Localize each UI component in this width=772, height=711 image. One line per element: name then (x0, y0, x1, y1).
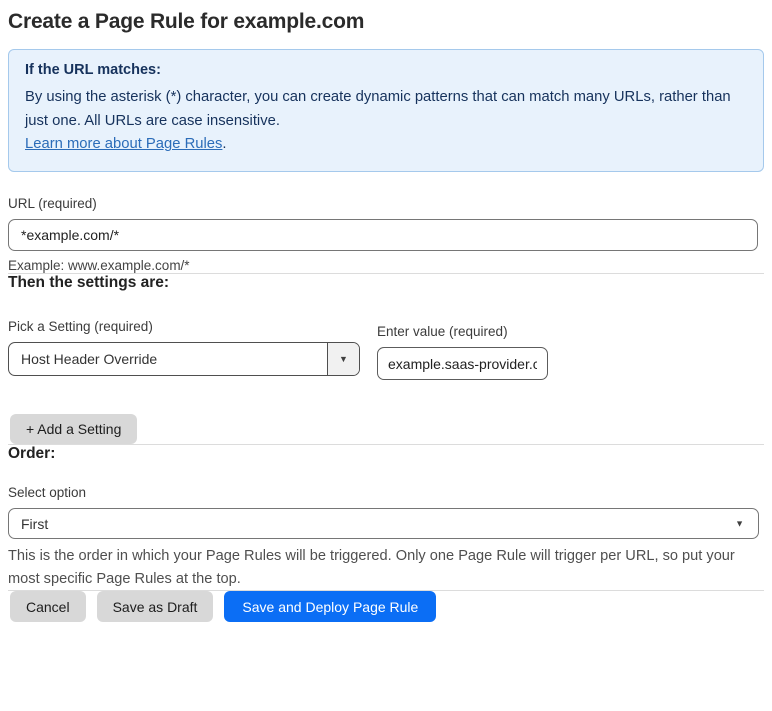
chevron-down-icon: ▼ (735, 518, 744, 529)
order-section-heading: Order: (8, 445, 56, 463)
select-option-label: Select option (8, 485, 87, 501)
page-title: Create a Page Rule for example.com (8, 10, 365, 33)
info-box-heading: If the URL matches: (25, 62, 161, 78)
order-help-text: This is the order in which your Page Rul… (8, 548, 735, 587)
enter-value-label: Enter value (required) (377, 324, 508, 340)
cancel-button[interactable]: Cancel (10, 591, 86, 623)
url-label: URL (required) (8, 196, 97, 212)
setting-select-value: Host Header Override (21, 351, 158, 368)
footer-buttons: Cancel Save as Draft Save and Deploy Pag… (8, 591, 764, 623)
url-input[interactable] (8, 219, 758, 252)
info-box-body: By using the asterisk (*) character, you… (25, 89, 731, 129)
learn-more-link[interactable]: Learn more about Page Rules (25, 136, 222, 152)
settings-section-heading: Then the settings are: (8, 274, 170, 292)
link-suffix: . (222, 136, 227, 153)
setting-select-arrow-button[interactable]: ▼ (327, 343, 359, 376)
save-draft-button[interactable]: Save as Draft (96, 591, 214, 623)
setting-select[interactable]: Host Header Override ▼ (8, 342, 360, 377)
add-setting-button[interactable]: + Add a Setting (10, 414, 138, 445)
setting-value-input[interactable] (377, 347, 548, 381)
order-select[interactable]: First ▼ (8, 508, 759, 540)
save-deploy-button[interactable]: Save and Deploy Page Rule (224, 591, 437, 623)
url-hint: Example: www.example.com/* (8, 258, 190, 274)
chevron-down-icon: ▼ (339, 353, 348, 364)
settings-row: Pick a Setting (required) Host Header Ov… (8, 319, 764, 381)
pick-setting-label: Pick a Setting (required) (8, 319, 153, 335)
create-page-rule-form: Create a Page Rule for example.com If th… (0, 0, 772, 623)
order-select-value: First (21, 515, 49, 532)
url-matches-info-box: If the URL matches: By using the asteris… (8, 49, 764, 173)
